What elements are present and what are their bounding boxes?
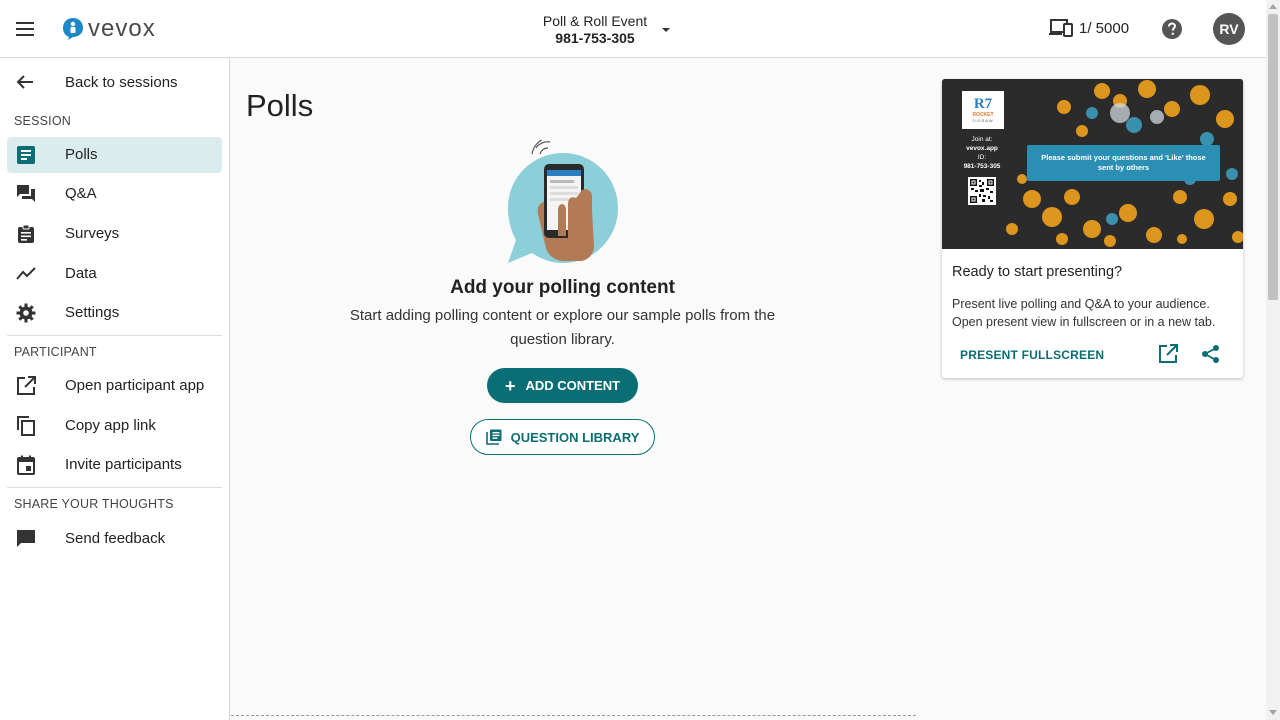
share-icon[interactable] bbox=[1201, 344, 1221, 364]
sidebar-item-label: Data bbox=[65, 265, 97, 282]
present-card: R7 ROCKET JIGSAW Join at: vevox.app ID: … bbox=[942, 79, 1243, 378]
event-selector[interactable]: Poll & Roll Event 981-753-305 bbox=[530, 13, 660, 47]
scroll-down-arrow-icon[interactable] bbox=[1269, 710, 1277, 715]
add-content-button[interactable]: + ADD CONTENT bbox=[487, 368, 638, 403]
gear-icon bbox=[16, 303, 36, 323]
sidebar-item-surveys[interactable]: Surveys bbox=[7, 216, 222, 252]
top-app-bar: vevox Poll & Roll Event 981-753-305 1/ 5… bbox=[0, 0, 1266, 58]
devices-icon bbox=[1049, 19, 1073, 37]
sidebar-item-copy-app-link[interactable]: Copy app link bbox=[7, 408, 222, 444]
sidebar-item-label: Surveys bbox=[65, 225, 120, 242]
sidebar-item-open-participant-app[interactable]: Open participant app bbox=[7, 368, 222, 404]
present-fullscreen-button[interactable]: PRESENT FULLSCREEN bbox=[960, 348, 1104, 362]
sidebar-item-label: Copy app link bbox=[65, 417, 156, 434]
sidebar-item-label: Open participant app bbox=[65, 377, 205, 394]
feedback-icon bbox=[17, 530, 35, 547]
preview-join-line: vevox.app bbox=[966, 145, 998, 152]
preview-logo-subtext2: JIGSAW bbox=[972, 118, 994, 123]
vevox-logo[interactable]: vevox bbox=[62, 15, 156, 42]
menu-icon[interactable] bbox=[14, 18, 36, 40]
device-counter[interactable]: 1/ 5000 bbox=[1049, 18, 1129, 38]
sidebar-item-data[interactable]: Data bbox=[7, 256, 222, 292]
preview-join-info: Join at: vevox.app ID: 981-753-305 bbox=[957, 135, 1007, 171]
calendar-icon bbox=[17, 455, 35, 475]
question-library-button[interactable]: QUESTION LIBRARY bbox=[470, 419, 655, 455]
surveys-icon bbox=[18, 224, 34, 243]
empty-state-title: Add your polling content bbox=[450, 277, 675, 298]
open-new-tab-icon[interactable] bbox=[1158, 344, 1178, 364]
device-count: 1/ 5000 bbox=[1079, 19, 1130, 37]
add-content-label: ADD CONTENT bbox=[525, 378, 621, 393]
sidebar-item-label: Settings bbox=[65, 304, 120, 321]
event-id: 981-753-305 bbox=[555, 30, 635, 46]
logo-text: vevox bbox=[88, 15, 156, 42]
sidebar-divider bbox=[7, 335, 222, 336]
library-icon bbox=[485, 429, 502, 445]
sidebar-item-invite-participants[interactable]: Invite participants bbox=[7, 447, 222, 483]
dashed-divider bbox=[231, 715, 916, 716]
copy-icon bbox=[17, 416, 35, 436]
sidebar-item-label: Send feedback bbox=[65, 530, 166, 547]
event-name: Poll & Roll Event bbox=[542, 13, 648, 29]
avatar[interactable]: RV bbox=[1213, 13, 1245, 45]
question-library-label: QUESTION LIBRARY bbox=[510, 429, 640, 445]
sidebar-divider bbox=[7, 487, 222, 488]
sidebar-item-label: Q&A bbox=[65, 185, 97, 202]
preview-banner: Please submit your questions and 'Like' … bbox=[1027, 145, 1220, 181]
sidebar-item-label: Invite participants bbox=[65, 456, 182, 473]
section-title-session: SESSION bbox=[14, 114, 71, 128]
open-external-icon bbox=[17, 376, 36, 395]
preview-join-line: Join at: bbox=[971, 136, 993, 143]
qr-code-icon bbox=[968, 177, 996, 205]
card-title: Ready to start presenting? bbox=[952, 264, 1123, 280]
help-icon[interactable] bbox=[1161, 18, 1183, 40]
section-title-share: SHARE YOUR THOUGHTS bbox=[14, 497, 174, 511]
polls-icon bbox=[17, 146, 35, 164]
card-description: Present live polling and Q&A to your aud… bbox=[952, 297, 1216, 329]
preview-logo-text: R7 bbox=[973, 96, 993, 112]
arrow-left-icon bbox=[16, 75, 33, 89]
chevron-down-icon[interactable] bbox=[662, 28, 670, 32]
plus-icon: + bbox=[504, 375, 516, 396]
sidebar-item-qa[interactable]: Q&A bbox=[7, 176, 222, 212]
vevox-logo-icon bbox=[63, 18, 83, 40]
preview-join-line: 981-753-305 bbox=[963, 163, 1001, 170]
empty-state-description: Start adding polling content or explore … bbox=[349, 307, 776, 348]
data-icon bbox=[16, 267, 36, 280]
preview-join-line: ID: bbox=[977, 154, 987, 161]
phone-poll-illustration bbox=[508, 140, 618, 263]
back-to-sessions-link[interactable]: Back to sessions bbox=[0, 67, 229, 97]
sidebar-item-label: Polls bbox=[65, 146, 98, 163]
sidebar-item-settings[interactable]: Settings bbox=[7, 295, 222, 331]
rocket-jigsaw-logo: R7 ROCKET JIGSAW bbox=[962, 91, 1004, 129]
section-title-participant: PARTICIPANT bbox=[14, 345, 97, 359]
back-label: Back to sessions bbox=[65, 73, 178, 91]
scroll-up-arrow-icon[interactable] bbox=[1269, 4, 1277, 9]
scrollbar-thumb[interactable] bbox=[1268, 14, 1278, 300]
sidebar-item-polls[interactable]: Polls bbox=[7, 137, 222, 173]
page-scrollbar[interactable] bbox=[1266, 0, 1280, 720]
page-title: Polls bbox=[246, 88, 314, 123]
qa-icon bbox=[17, 185, 35, 202]
sidebar-item-send-feedback[interactable]: Send feedback bbox=[7, 521, 222, 557]
sidebar: Back to sessions SESSION Polls Q&A Surve… bbox=[0, 59, 230, 720]
present-preview[interactable]: R7 ROCKET JIGSAW Join at: vevox.app ID: … bbox=[942, 79, 1243, 249]
